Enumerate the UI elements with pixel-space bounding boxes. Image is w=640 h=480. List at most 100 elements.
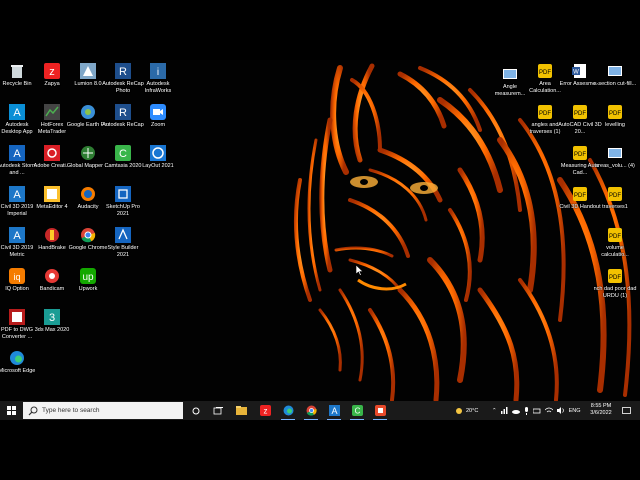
- desktop-icon-right-3[interactable]: x-section cut-fill...: [593, 63, 637, 88]
- desktop-icon-label: Zoom: [150, 122, 166, 128]
- camtasia-icon: C: [351, 405, 363, 416]
- pdf-file-icon: PDF: [608, 269, 622, 283]
- svg-text:A: A: [13, 189, 21, 201]
- upwork-icon: up: [80, 268, 96, 284]
- pdf-file-icon: PDF: [573, 146, 587, 160]
- zoom-icon: [150, 104, 166, 120]
- onedrive-icon[interactable]: [511, 408, 520, 414]
- svg-text:PDF: PDF: [609, 275, 621, 281]
- taskbar-zapya[interactable]: z: [254, 401, 276, 420]
- taskbar-recorder[interactable]: [369, 401, 391, 420]
- desktop-icon-label: Autodesk InfraWorks: [144, 81, 172, 94]
- desktop-icon-label: volume calculatio...: [601, 245, 629, 258]
- system-tray: ⌃ ENG: [492, 401, 581, 420]
- svg-text:R: R: [119, 66, 127, 78]
- language-indicator[interactable]: ENG: [569, 408, 581, 414]
- desktop-icon-label: 3ds Max 2020: [34, 327, 70, 333]
- svg-text:C: C: [354, 407, 360, 416]
- notifications-button[interactable]: [617, 401, 635, 420]
- network-icon[interactable]: [500, 407, 508, 414]
- pdf-file-icon: PDF: [608, 187, 622, 201]
- desktop-icon-right-11[interactable]: PDF volume calculatio...: [593, 227, 637, 258]
- svg-text:PDF: PDF: [539, 111, 551, 117]
- desktop-icon-left-9[interactable]: Zoom: [136, 104, 180, 129]
- autodesk-app-icon: A: [9, 104, 25, 120]
- taskbar-autocad[interactable]: A: [323, 401, 345, 420]
- battery-icon[interactable]: [532, 408, 541, 414]
- svg-text:A: A: [331, 406, 337, 416]
- notification-icon: [621, 406, 631, 414]
- edge-icon: [10, 351, 24, 365]
- image-file-icon: [608, 66, 622, 76]
- svg-text:3: 3: [49, 312, 55, 324]
- taskbar: z A C 20°C ⌃ ENG: [0, 401, 640, 420]
- desktop-icon-left-18[interactable]: SketchUp Pro 2021: [101, 186, 145, 217]
- volume-icon[interactable]: [556, 407, 565, 414]
- pdf-to-dwg-icon: [9, 309, 25, 325]
- desktop-icon-left-4[interactable]: i Autodesk InfraWorks: [136, 63, 180, 94]
- desktop[interactable]: Recycle Bin z Zapya Lumion 8.0 R Autodesk ReC…: [0, 60, 640, 401]
- style-builder-icon: [115, 227, 131, 243]
- microphone-icon[interactable]: [524, 406, 529, 415]
- svg-text:PDF: PDF: [609, 111, 621, 117]
- svg-text:C: C: [119, 148, 127, 160]
- clock-time: 8:55 PM: [590, 403, 612, 409]
- task-view-button[interactable]: [207, 401, 229, 420]
- civil3d-metric-icon: A: [9, 227, 25, 243]
- autocad-icon: A: [328, 405, 340, 416]
- sketchup-icon: [115, 186, 131, 202]
- desktop-icon-left-28[interactable]: Microsoft Edge: [0, 350, 39, 375]
- global-mapper-icon: [81, 146, 95, 160]
- weather-temp: 20°C: [466, 407, 479, 414]
- desktop-icon-label: SketchUp Pro 2021: [106, 204, 140, 217]
- desktop-icon-left-25[interactable]: up Upwork: [66, 268, 110, 293]
- desktop-icon-right-10[interactable]: PDF traverses1: [593, 186, 637, 211]
- svg-text:PDF: PDF: [609, 193, 621, 199]
- weather-sun-icon: [456, 407, 462, 414]
- camtasia-icon: C: [115, 145, 131, 161]
- desktop-icon-label: levelling: [605, 122, 625, 128]
- taskbar-camtasia[interactable]: C: [346, 401, 368, 420]
- desktop-icon-label: areas_volu... (4): [595, 163, 635, 169]
- desktop-icon-left-27[interactable]: 3 3ds Max 2020: [30, 309, 74, 334]
- chevron-up-icon[interactable]: ⌃: [492, 408, 497, 414]
- taskbar-chrome[interactable]: [300, 401, 322, 420]
- chrome-icon: [81, 228, 96, 243]
- infraworks-icon: i: [150, 63, 166, 79]
- svg-text:z: z: [49, 66, 55, 78]
- search-box[interactable]: [23, 402, 183, 419]
- start-button[interactable]: [0, 401, 22, 420]
- desktop-icon-right-8[interactable]: areas_volu... (4): [593, 145, 637, 170]
- pdf-file-icon: PDF: [573, 105, 587, 119]
- clock[interactable]: 8:55 PM 3/6/2022: [583, 403, 619, 417]
- metatrader-icon: [44, 104, 60, 120]
- desktop-icon-left-22[interactable]: Style Builder 2021: [101, 227, 145, 258]
- pdf-file-icon: PDF: [573, 187, 587, 201]
- taskbar-file-explorer[interactable]: [230, 401, 252, 420]
- svg-text:PDF: PDF: [574, 111, 586, 117]
- svg-text:A: A: [13, 230, 21, 242]
- search-input[interactable]: [42, 407, 172, 414]
- taskbar-edge[interactable]: [277, 401, 299, 420]
- word-file-icon: W: [572, 64, 586, 78]
- svg-text:PDF: PDF: [539, 70, 551, 76]
- cortana-icon: [192, 407, 200, 414]
- screen: Recycle Bin z Zapya Lumion 8.0 R Autodesk ReC…: [0, 0, 640, 480]
- letterbox-bottom: [0, 420, 640, 480]
- weather-widget[interactable]: 20°C: [455, 401, 478, 420]
- layout-icon: [150, 145, 166, 161]
- cortana-button[interactable]: [185, 401, 207, 420]
- mouse-cursor-icon: [356, 265, 364, 276]
- svg-text:A: A: [13, 148, 21, 160]
- pdf-file-icon: PDF: [538, 64, 552, 78]
- wifi-icon[interactable]: [544, 407, 553, 414]
- windows-logo-icon: [6, 406, 16, 415]
- file-explorer-icon: [235, 406, 247, 415]
- desktop-icon-label: traverses1: [602, 204, 628, 210]
- image-file-icon: [503, 69, 517, 79]
- desktop-icon-right-12[interactable]: PDF nch dad poor dad URDU (1): [593, 268, 637, 299]
- letterbox-top: [0, 0, 640, 60]
- desktop-icon-left-14[interactable]: LayOut 2021: [136, 145, 180, 170]
- chrome-icon: [306, 405, 317, 416]
- desktop-icon-right-6[interactable]: PDF levelling: [593, 104, 637, 129]
